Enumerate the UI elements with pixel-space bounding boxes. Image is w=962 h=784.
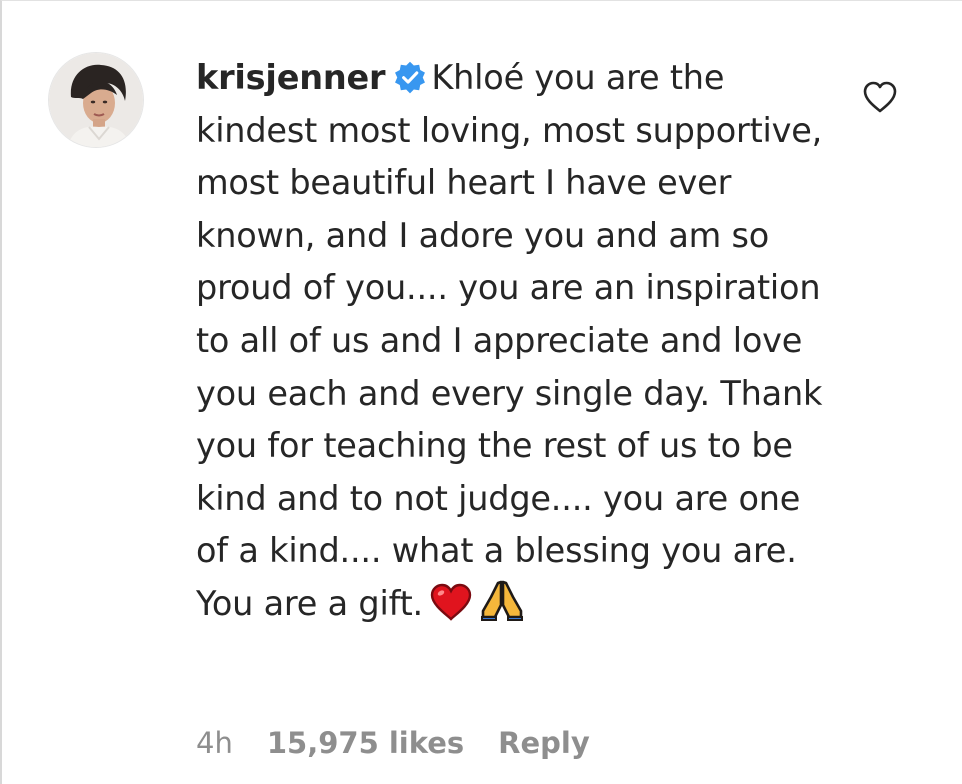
username-link[interactable]: krisjenner [196,58,386,97]
reply-button[interactable]: Reply [498,726,590,760]
comment-meta: 4h 15,975 likes Reply [196,726,624,760]
timestamp[interactable]: 4h [196,726,233,760]
comment-body: krisjenner Khloé you are the kindest mos… [196,52,836,631]
red-heart-emoji [430,583,472,621]
folded-hands-emoji [480,580,523,621]
heart-outline-icon[interactable] [862,80,898,114]
comment-text: Khloé you are the kindest most loving, m… [196,58,823,623]
verified-badge-icon [395,61,426,94]
likes-count[interactable]: 15,975 likes [267,726,464,760]
comment: krisjenner Khloé you are the kindest mos… [0,0,962,784]
avatar[interactable] [48,52,144,148]
